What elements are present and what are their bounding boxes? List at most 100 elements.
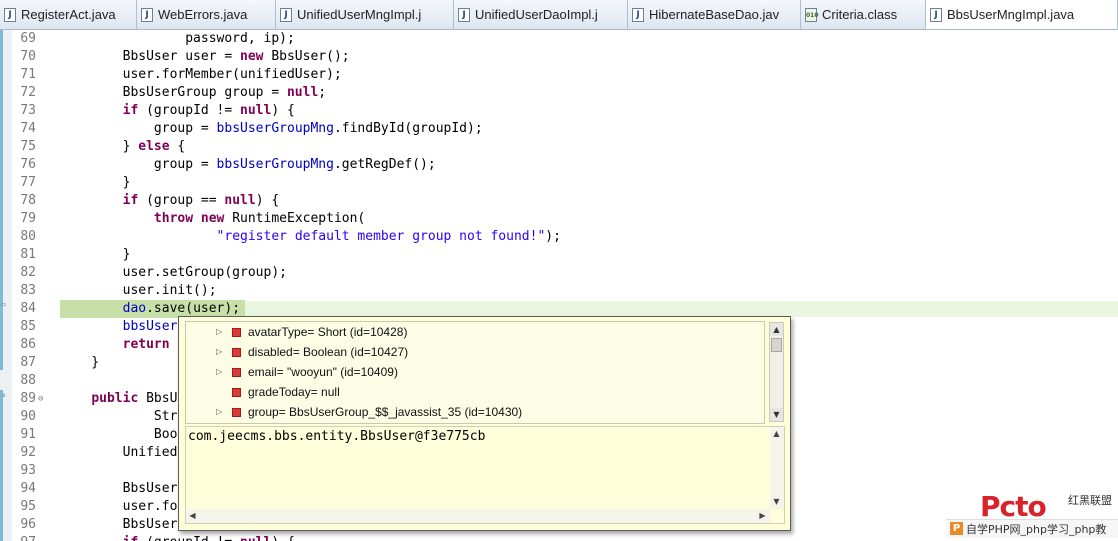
current-line-highlight (245, 301, 1118, 317)
code-text: Boole (60, 427, 194, 442)
code-text: UnifiedU (60, 445, 186, 460)
variable-label: email= "wooyun" (id=10409) (248, 365, 398, 379)
code-text: password, ip); (60, 31, 295, 46)
tab-hibernatebasedao[interactable]: J HibernateBaseDao.jav (628, 0, 801, 29)
line-number: 94 (20, 481, 36, 496)
line-number: 92 (20, 445, 36, 460)
code-line[interactable]: 78 if (group == null) { (12, 192, 1118, 210)
line-number: 95 (20, 499, 36, 514)
code-text: user.setGroup(group); (60, 265, 287, 280)
line-number: 73 (20, 103, 36, 118)
line-number: 97 (12, 534, 36, 541)
line-number: 83 (20, 283, 36, 298)
code-line[interactable]: 72 BbsUserGroup group = null; (12, 84, 1118, 102)
code-line[interactable]: 81 } (12, 246, 1118, 264)
variable-inspect-popup[interactable]: ▷ avatarType= Short (id=10428) ▷ disabled= … (178, 316, 791, 531)
code-line[interactable]: 70 BbsUser user = new BbsUser(); (12, 48, 1118, 66)
java-file-icon: J (930, 7, 942, 22)
scroll-thumb[interactable] (771, 338, 782, 352)
expand-arrow-icon[interactable]: ▷ (216, 322, 222, 342)
code-line[interactable]: 77 } (12, 174, 1118, 192)
code-text: user.for (60, 499, 186, 514)
code-line[interactable]: 74 group = bbsUserGroupMng.findById(grou… (12, 120, 1118, 138)
line-number: 85 (20, 319, 36, 334)
line-number: 90 (20, 409, 36, 424)
scroll-left-icon[interactable]: ◀ (186, 509, 199, 522)
java-file-icon: J (141, 7, 153, 22)
line-number: 82 (20, 265, 36, 280)
variable-tree[interactable]: ▷ avatarType= Short (id=10428) ▷ disabled= … (185, 321, 765, 424)
watermark: Pcto 红黑联盟 P 自学PHP网_php学习_php教 (940, 490, 1118, 541)
variable-row[interactable]: gradeToday= null (186, 382, 764, 402)
code-text: if (groupId != null) { (122, 103, 295, 118)
code-text: user.forMember(unifiedUser); (60, 67, 342, 82)
expand-arrow-icon[interactable]: ▷ (216, 402, 222, 422)
detail-vscrollbar[interactable]: ▲ ▼ (770, 427, 784, 509)
tab-bbsusermngimpl[interactable]: J BbsUserMngImpl.java (926, 0, 1118, 29)
variable-row[interactable]: ▷ email= "wooyun" (id=10409) (186, 362, 764, 382)
scroll-down-icon[interactable]: ▼ (770, 495, 783, 508)
tab-unifieduserdaoimpl[interactable]: J UnifiedUserDaoImpl.j (454, 0, 628, 29)
line-number: 76 (20, 157, 36, 172)
java-file-icon: J (280, 7, 292, 22)
code-line[interactable]: 80 "register default member group not fo… (12, 228, 1118, 246)
line-number: 72 (20, 85, 36, 100)
detail-pane[interactable]: com.jeecms.bbs.entity.BbsUser@f3e775cb ▲… (185, 426, 785, 524)
code-line[interactable]: 71 user.forMember(unifiedUser); (12, 66, 1118, 84)
variable-label: disabled= Boolean (id=10427) (248, 345, 409, 359)
code-text: "register default member group not found… (216, 229, 561, 244)
tab-label: UnifiedUserMngImpl.j (297, 7, 422, 22)
change-bar (0, 390, 3, 541)
tab-label: HibernateBaseDao.jav (649, 7, 780, 22)
watermark-bar-text: 自学PHP网_php学习_php教 (966, 523, 1107, 536)
watermark-bar: P 自学PHP网_php学习_php教 (946, 519, 1118, 538)
code-line[interactable]: 82 user.setGroup(group); (12, 264, 1118, 282)
java-file-icon: J (632, 7, 644, 22)
variable-row[interactable]: ▷ group= BbsUserGroup_$$_javassist_35 (id… (186, 402, 764, 422)
line-number: 79 (20, 211, 36, 226)
code-line[interactable]: 79 throw new RuntimeException( (12, 210, 1118, 228)
tab-criteria-class[interactable]: 010 Criteria.class (801, 0, 926, 29)
tab-weberrors[interactable]: J WebErrors.java (137, 0, 276, 29)
scroll-up-icon[interactable]: ▲ (770, 427, 783, 440)
variable-row[interactable]: ▷ disabled= Boolean (id=10427) (186, 342, 764, 362)
code-line[interactable]: 69 password, ip); (12, 30, 1118, 48)
line-number: 77 (20, 175, 36, 190)
override-marker-icon: ▵ (1, 390, 7, 400)
variable-row[interactable]: ▷ avatarType= Short (id=10428) (186, 322, 764, 342)
line-number: 80 (20, 229, 36, 244)
private-field-icon (232, 368, 241, 377)
code-text: bbsUserEn (122, 319, 194, 334)
editor-ruler: ⇨ ▵ (0, 30, 12, 541)
tab-label: BbsUserMngImpl.java (947, 7, 1075, 22)
detail-text: com.jeecms.bbs.entity.BbsUser@f3e775cb (188, 429, 486, 444)
code-text: group = bbsUserGroupMng.getRegDef(); (60, 157, 436, 172)
code-text: } (60, 355, 100, 370)
tab-label: Criteria.class (822, 7, 898, 22)
line-number: 75 (20, 139, 36, 154)
tab-unifiedusermngimpl[interactable]: J UnifiedUserMngImpl.j (276, 0, 454, 29)
scroll-up-icon[interactable]: ▲ (770, 323, 783, 336)
scroll-right-icon[interactable]: ▶ (756, 509, 769, 522)
code-line[interactable]: 76 group = bbsUserGroupMng.getRegDef(); (12, 156, 1118, 174)
scroll-down-icon[interactable]: ▼ (770, 408, 783, 421)
code-text: BbsUserG (60, 517, 186, 532)
change-bar (0, 30, 3, 370)
code-line[interactable]: 83 user.init(); (12, 282, 1118, 300)
line-number: 86 (20, 337, 36, 352)
code-text: BbsUserGroup group = null; (60, 85, 327, 100)
expand-arrow-icon[interactable]: ▷ (216, 362, 222, 382)
private-field-icon (232, 408, 241, 417)
variable-label: gradeToday= null (248, 385, 340, 399)
line-number: 89 (20, 391, 36, 406)
code-line[interactable]: 75 } else { (12, 138, 1118, 156)
expand-arrow-icon[interactable]: ▷ (216, 342, 222, 362)
instruction-pointer-icon: ⇨ (1, 300, 7, 310)
fold-toggle-icon[interactable]: ⊖ (38, 390, 43, 408)
detail-hscrollbar[interactable]: ◀ ▶ (186, 509, 770, 523)
tab-registeract[interactable]: J RegisterAct.java (0, 0, 137, 29)
tree-scrollbar[interactable]: ▲ ▼ (769, 322, 784, 422)
line-number: 81 (20, 247, 36, 262)
private-field-icon (232, 388, 241, 397)
code-line[interactable]: 73 if (groupId != null) { (12, 102, 1118, 120)
